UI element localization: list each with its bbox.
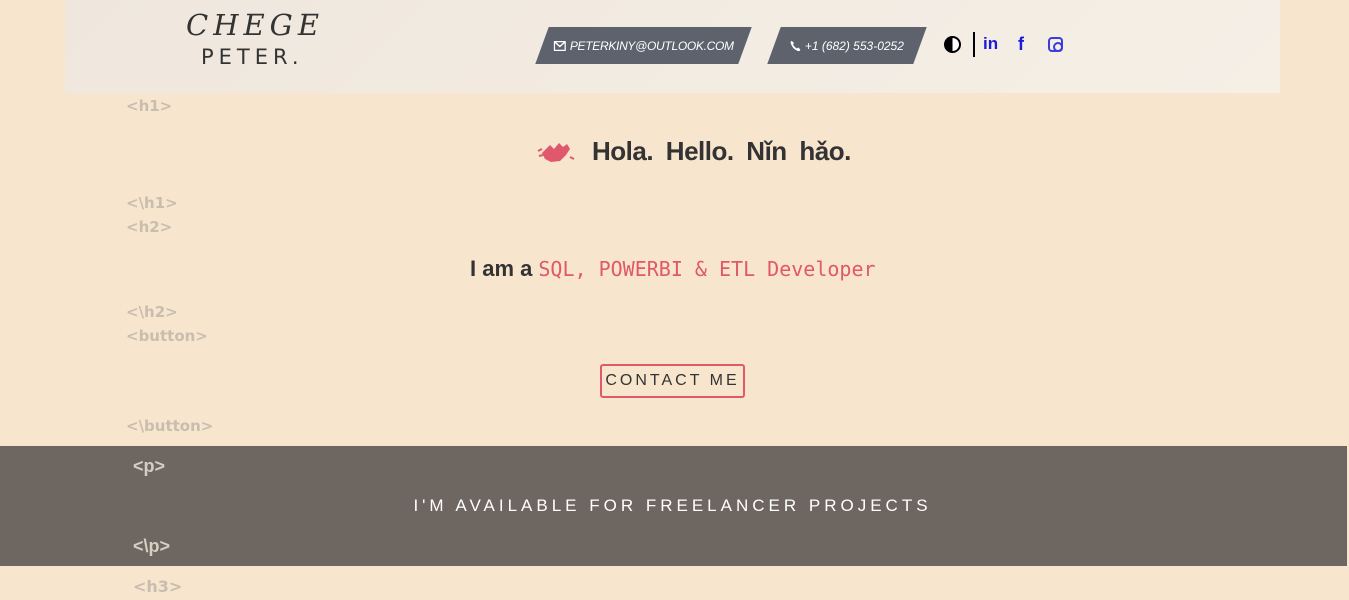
role-heading: I am a SQL, POWERBI & ETL Developer xyxy=(470,256,876,282)
linkedin-icon[interactable]: in xyxy=(983,34,998,54)
phone-link[interactable]: +1 (682) 553-0252 xyxy=(767,27,927,64)
code-tag-h2-close: <\h2> xyxy=(126,303,178,321)
contact-me-button[interactable]: CONTACT ME xyxy=(600,364,745,398)
email-link[interactable]: PETERKINY@OUTLOOK.COM xyxy=(535,27,752,64)
code-tag-p-open: <p> xyxy=(133,456,166,476)
facebook-icon[interactable]: f xyxy=(1018,34,1024,55)
code-tag-h3-open: <h3> xyxy=(133,577,183,596)
greeting-heading: Hola. Hello. Nǐn hǎo. xyxy=(536,136,851,167)
code-tag-button-open: <button> xyxy=(126,327,208,345)
instagram-icon[interactable] xyxy=(1048,37,1063,52)
greeting-text: Hola. Hello. Nǐn hǎo. xyxy=(592,136,851,166)
logo-last-name[interactable]: PETER. xyxy=(201,45,304,69)
envelope-icon xyxy=(553,40,566,51)
code-tag-h1-open: <h1> xyxy=(126,97,173,115)
code-tag-h1-close: <\h1> xyxy=(126,194,178,212)
role-typed-text: SQL, POWERBI & ETL Developer xyxy=(538,257,876,281)
freelance-text: I'M AVAILABLE FOR FREELANCER PROJECTS xyxy=(413,496,932,515)
waving-hand-icon xyxy=(537,142,575,162)
code-tag-p-close: <\p> xyxy=(133,536,171,556)
phone-icon xyxy=(790,40,801,51)
code-tag-button-close: <\button> xyxy=(126,417,214,435)
header-divider xyxy=(973,32,975,57)
role-prefix: I am a xyxy=(470,256,533,281)
code-tag-h2-open: <h2> xyxy=(126,218,173,236)
contrast-icon[interactable] xyxy=(944,36,961,53)
email-text: PETERKINY@OUTLOOK.COM xyxy=(569,38,734,53)
phone-text: +1 (682) 553-0252 xyxy=(804,38,905,53)
logo-first-name[interactable]: CHEGE xyxy=(186,8,324,42)
